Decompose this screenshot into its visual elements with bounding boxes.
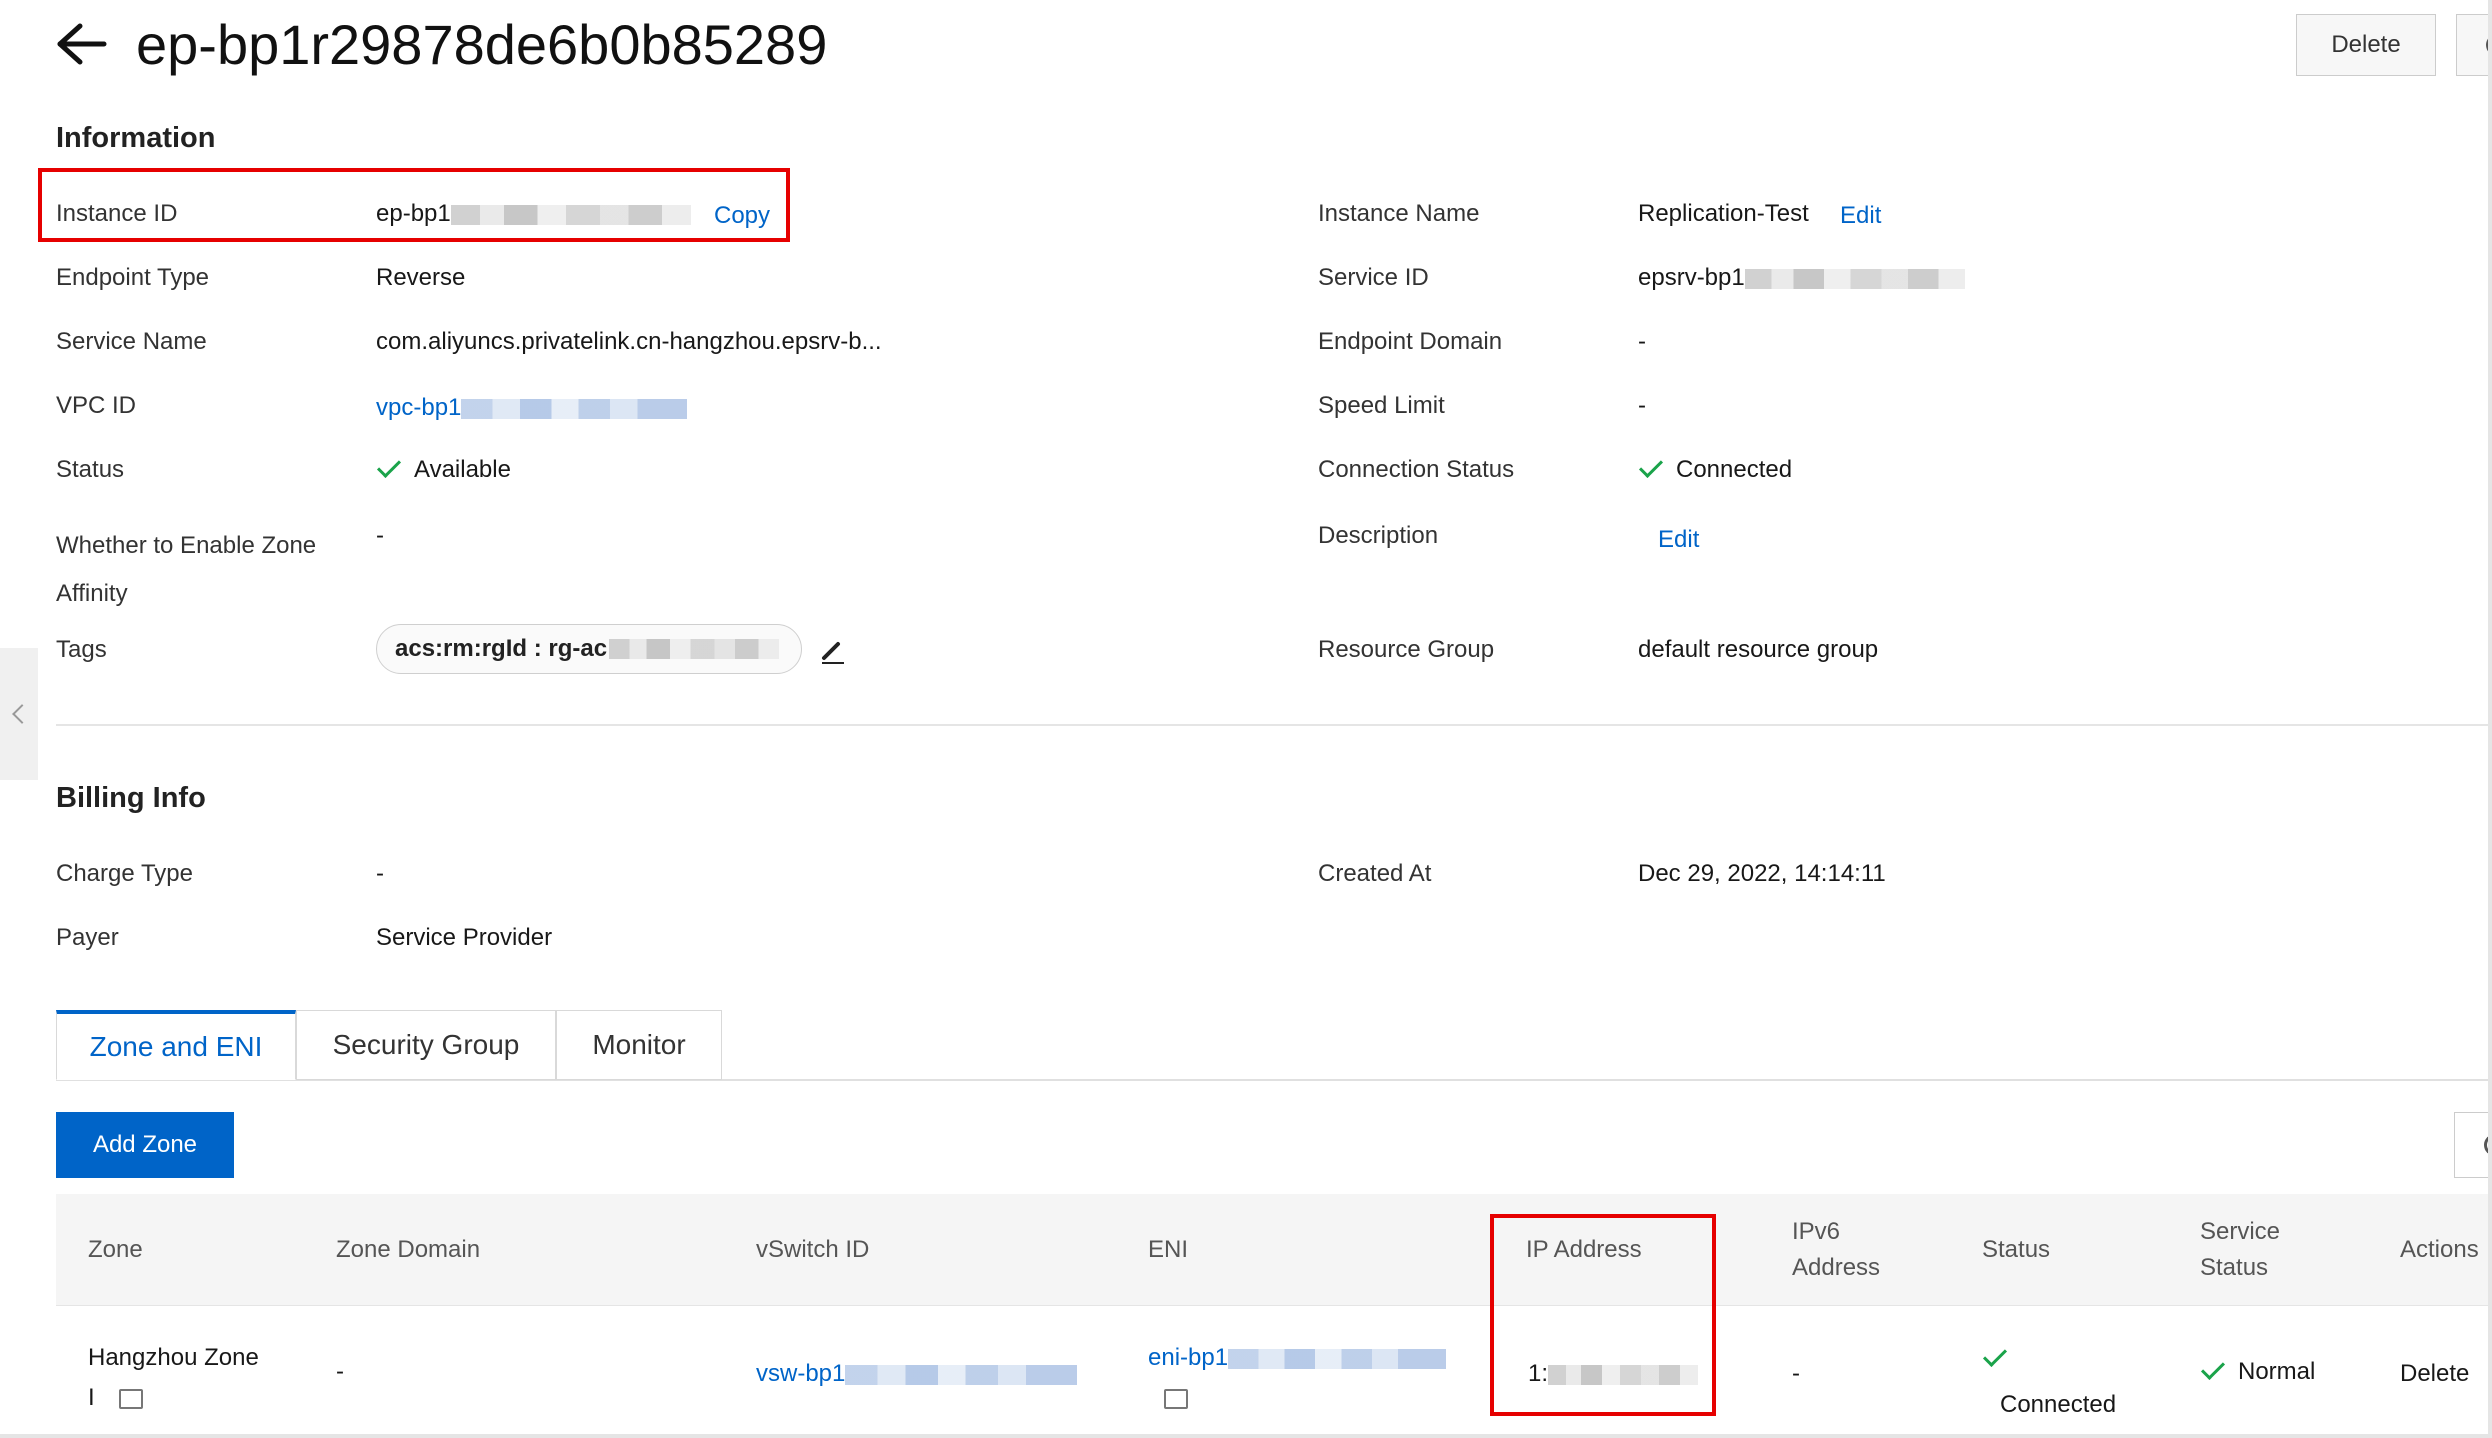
tags-label: Tags — [56, 636, 107, 663]
endpoint-domain-label: Endpoint Domain — [1318, 328, 1503, 355]
row-ipv6-address: - — [1792, 1360, 1800, 1387]
status-value: Available — [376, 453, 511, 484]
service-id-value: epsrv-bp1 — [1638, 264, 1965, 292]
zone-affinity-label: Whether to Enable Zone Affinity — [56, 532, 317, 607]
billing-section-title: Billing Info — [56, 782, 206, 814]
information-section-title: Information — [56, 122, 216, 154]
th-actions: Actions — [2400, 1236, 2479, 1263]
endpoint-domain-value: - — [1638, 328, 1646, 355]
resource-group-label: Resource Group — [1318, 636, 1495, 663]
connection-status-label: Connection Status — [1318, 456, 1515, 483]
edit-tags-icon[interactable] — [818, 636, 848, 666]
th-service-status: Service Status — [2200, 1218, 2281, 1281]
row-delete-link[interactable]: Delete — [2400, 1360, 2469, 1388]
service-id-label: Service ID — [1318, 264, 1429, 291]
endpoint-type-value: Reverse — [376, 264, 466, 291]
th-vswitch-id: vSwitch ID — [756, 1236, 870, 1263]
vpc-id-link[interactable]: vpc-bp1 — [376, 394, 688, 422]
check-icon — [2200, 1355, 2226, 1381]
add-zone-button[interactable]: Add Zone — [56, 1112, 234, 1178]
row-eni[interactable]: eni-bp1 — [1148, 1338, 1447, 1418]
redacted-text — [1744, 268, 1965, 289]
monitor-icon[interactable] — [1164, 1388, 1188, 1409]
page-title: ep-bp1r29878de6b0b85289 — [136, 13, 828, 76]
description-label: Description — [1318, 522, 1439, 549]
chevron-left-icon — [12, 704, 32, 724]
speed-limit-label: Speed Limit — [1318, 392, 1445, 419]
redacted-text — [609, 639, 780, 659]
th-zone: Zone — [88, 1236, 143, 1263]
zone-affinity-value: - — [376, 522, 384, 549]
resource-group-value: default resource group — [1638, 636, 1879, 663]
row-status: Connected — [1982, 1336, 2116, 1428]
th-zone-domain: Zone Domain — [336, 1236, 481, 1263]
row-zone-domain: - — [336, 1358, 344, 1385]
th-status: Status — [1982, 1236, 2051, 1263]
description-edit-link[interactable]: Edit — [1658, 526, 1699, 554]
created-at-value: Dec 29, 2022, 14:14:11 — [1638, 860, 1886, 887]
instance-name-value: Replication-Test — [1638, 200, 1809, 227]
charge-type-label: Charge Type — [56, 860, 193, 887]
service-name-value: com.aliyuncs.privatelink.cn-hangzhou.eps… — [376, 328, 882, 355]
service-name-label: Service Name — [56, 328, 207, 355]
row-vswitch-id[interactable]: vsw-bp1 — [756, 1360, 1078, 1388]
check-icon — [1982, 1342, 2008, 1368]
sidebar-collapse-handle[interactable] — [0, 648, 38, 780]
payer-value: Service Provider — [376, 924, 553, 951]
bottom-border — [0, 1434, 2492, 1438]
monitor-icon[interactable] — [119, 1388, 144, 1409]
row-zone: Hangzhou Zone I — [88, 1344, 259, 1411]
tab-zone-and-eni[interactable]: Zone and ENI — [56, 1010, 296, 1080]
ip-address-highlight — [1490, 1214, 1716, 1416]
vpc-id-label: VPC ID — [56, 392, 137, 419]
charge-type-value: - — [376, 860, 384, 887]
created-at-label: Created At — [1318, 860, 1432, 887]
copy-link[interactable]: Copy — [714, 202, 770, 230]
redacted-text — [1228, 1348, 1447, 1369]
endpoint-type-label: Endpoint Type — [56, 264, 210, 291]
right-border — [2488, 0, 2492, 1438]
tab-monitor[interactable]: Monitor — [556, 1010, 722, 1080]
delete-button[interactable]: Delete — [2296, 14, 2436, 76]
speed-limit-value: - — [1638, 392, 1646, 419]
payer-label: Payer — [56, 924, 119, 951]
row-service-status: Normal — [2200, 1355, 2315, 1386]
section-divider — [56, 724, 2492, 726]
redacted-text — [845, 1364, 1078, 1385]
tab-security-group[interactable]: Security Group — [296, 1010, 556, 1080]
connection-status-value: Connected — [1638, 453, 1792, 484]
table-refresh-button[interactable] — [2454, 1112, 2492, 1178]
instance-id-value: ep-bp1 — [376, 200, 691, 228]
refresh-button[interactable] — [2456, 14, 2492, 76]
back-arrow-icon[interactable] — [54, 20, 110, 68]
th-ipv6-address: IPv6 Address — [1792, 1218, 1881, 1281]
tag-chip: acs:rm:rgId : rg-ac — [376, 624, 802, 674]
check-icon — [1638, 453, 1664, 479]
check-icon — [376, 453, 402, 479]
instance-name-label: Instance Name — [1318, 200, 1480, 227]
status-label: Status — [56, 456, 125, 483]
redacted-text — [450, 204, 691, 225]
redacted-text — [461, 398, 688, 419]
instance-id-label: Instance ID — [56, 200, 178, 227]
th-eni: ENI — [1148, 1236, 1189, 1263]
instance-name-edit-link[interactable]: Edit — [1840, 202, 1881, 230]
